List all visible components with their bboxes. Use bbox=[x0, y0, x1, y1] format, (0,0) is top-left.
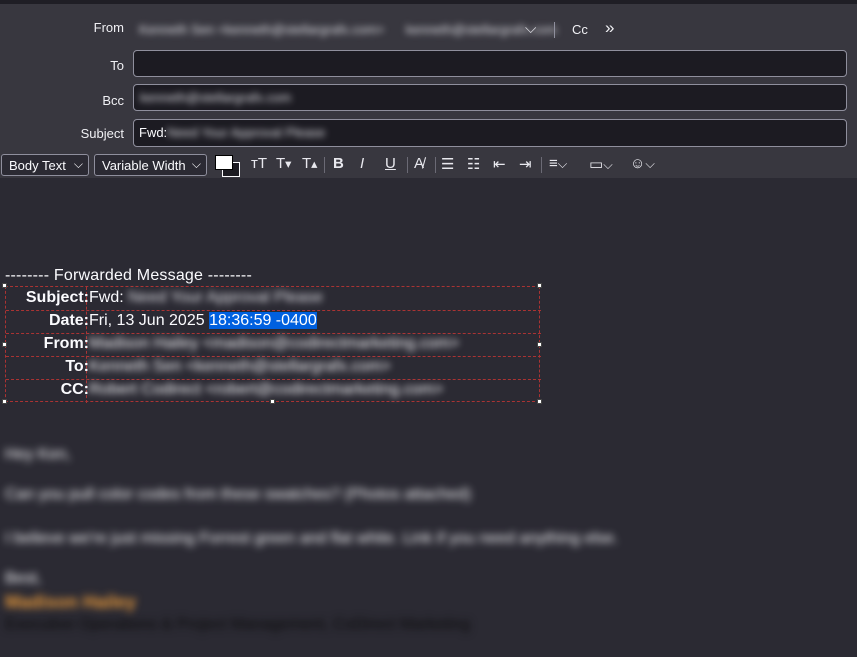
date-value: Fri, 13 Jun 2025 18:36:59 -0400 bbox=[89, 312, 317, 329]
subject-field[interactable]: Fwd: Need Your Approval Please bbox=[133, 119, 847, 147]
numbered-list-icon[interactable]: ☷ bbox=[467, 155, 480, 173]
signoff-text: Best, bbox=[5, 570, 42, 587]
table-row: To: Kenneth Sen <kenneth@stellargrafx.co… bbox=[6, 356, 541, 380]
resize-handle[interactable] bbox=[270, 399, 275, 404]
bulleted-list-icon[interactable]: ☰ bbox=[441, 155, 454, 173]
toolbar-divider bbox=[407, 157, 408, 173]
from-label: From bbox=[93, 20, 124, 35]
bcc-field[interactable]: kenneth@stellargrafx.com bbox=[133, 84, 847, 111]
insert-image-icon[interactable]: ▭⌵ bbox=[589, 155, 613, 173]
from-selector[interactable]: Kenneth Sen <kenneth@stellargrafx.com> k… bbox=[133, 16, 847, 44]
bold-icon[interactable]: B bbox=[333, 155, 344, 172]
subject-key: Subject: bbox=[25, 289, 89, 306]
cc-value: Robert Codirect <robert@codirectmarketin… bbox=[89, 381, 444, 398]
divider bbox=[554, 22, 555, 38]
subject-prefix: Fwd: bbox=[139, 125, 168, 140]
resize-handle[interactable] bbox=[537, 283, 542, 288]
font-size-default-icon[interactable]: ᴛT bbox=[251, 155, 267, 172]
cc-key: CC: bbox=[60, 381, 89, 398]
to-value: Kenneth Sen <kenneth@stellargrafx.com> bbox=[89, 358, 391, 375]
body-paragraph: I believe we're just missing Forrest gre… bbox=[5, 530, 619, 547]
date-key: Date: bbox=[48, 312, 89, 329]
subject-label: Subject bbox=[80, 126, 124, 141]
font-size-smaller-icon[interactable]: T▾ bbox=[276, 155, 291, 172]
font-size-larger-icon[interactable]: T▴ bbox=[302, 155, 317, 172]
more-recipients-icon[interactable]: » bbox=[605, 18, 614, 38]
chevron-down-icon: ⌵ bbox=[191, 157, 201, 171]
bcc-label: Bcc bbox=[102, 93, 124, 108]
resize-handle[interactable] bbox=[2, 399, 7, 404]
toolbar-divider bbox=[435, 157, 436, 173]
from-value[interactable]: Kenneth Sen <kenneth@stellargrafx.com> k… bbox=[139, 22, 557, 37]
to-key: To: bbox=[65, 358, 89, 375]
indent-icon[interactable]: ⇥ bbox=[519, 155, 532, 173]
outdent-icon[interactable]: ⇤ bbox=[493, 155, 506, 173]
align-icon[interactable]: ≡⌵ bbox=[549, 155, 567, 172]
signature-name: Madison Hailey bbox=[5, 592, 137, 612]
emoji-icon[interactable]: ☺⌵ bbox=[630, 155, 655, 172]
text-color-swatch[interactable] bbox=[215, 155, 233, 170]
resize-handle[interactable] bbox=[537, 342, 542, 347]
font-select[interactable]: Variable Width ⌵ bbox=[94, 154, 207, 176]
table-row: From: Madison Hailey <madison@codirectma… bbox=[6, 333, 541, 357]
format-toolbar: Body Text ⌵ Variable Width ⌵ ᴛT T▾ T▴ B I … bbox=[0, 152, 857, 178]
bcc-value: kenneth@stellargrafx.com bbox=[140, 90, 292, 105]
body-paragraph: Can you pull color codes from these swat… bbox=[5, 486, 472, 503]
subject-value: Fwd: Need Your Approval Please bbox=[89, 289, 323, 306]
selected-text[interactable]: 18:36:59 -0400 bbox=[209, 312, 317, 329]
subject-rest: Need Your Approval Please bbox=[167, 125, 326, 140]
paragraph-format-select[interactable]: Body Text ⌵ bbox=[1, 154, 89, 176]
resize-handle[interactable] bbox=[2, 283, 7, 288]
message-body[interactable]: -------- Forwarded Message -------- Subj… bbox=[0, 178, 857, 657]
cc-button[interactable]: Cc bbox=[572, 22, 588, 37]
clear-formatting-icon[interactable]: A̸ bbox=[414, 155, 424, 172]
forwarded-header: -------- Forwarded Message -------- bbox=[5, 267, 252, 284]
resize-handle[interactable] bbox=[2, 342, 7, 347]
resize-handle[interactable] bbox=[537, 399, 542, 404]
compose-header: From Kenneth Sen <kenneth@stellargrafx.c… bbox=[0, 4, 857, 178]
table-row: Subject: Fwd: Need Your Approval Please bbox=[6, 287, 541, 311]
to-label: To bbox=[110, 58, 124, 73]
text-color-picker[interactable] bbox=[214, 154, 240, 177]
to-field[interactable] bbox=[133, 50, 847, 77]
from-value: Madison Hailey <madison@codirectmarketin… bbox=[89, 335, 460, 352]
toolbar-divider bbox=[324, 157, 325, 173]
signature-title: Executive Operations & Project Managemen… bbox=[5, 616, 471, 633]
italic-icon[interactable]: I bbox=[360, 155, 364, 172]
toolbar-divider bbox=[541, 157, 542, 173]
underline-icon[interactable]: U bbox=[385, 155, 396, 172]
greeting-text: Hey Ken, bbox=[5, 446, 71, 463]
table-row: Date: Fri, 13 Jun 2025 18:36:59 -0400 bbox=[6, 310, 541, 334]
from-key: From: bbox=[43, 335, 89, 352]
chevron-down-icon[interactable]: ⌵ bbox=[525, 20, 536, 37]
chevron-down-icon: ⌵ bbox=[73, 157, 83, 171]
forwarded-headers-table[interactable]: Subject: Fwd: Need Your Approval Please … bbox=[5, 286, 541, 403]
